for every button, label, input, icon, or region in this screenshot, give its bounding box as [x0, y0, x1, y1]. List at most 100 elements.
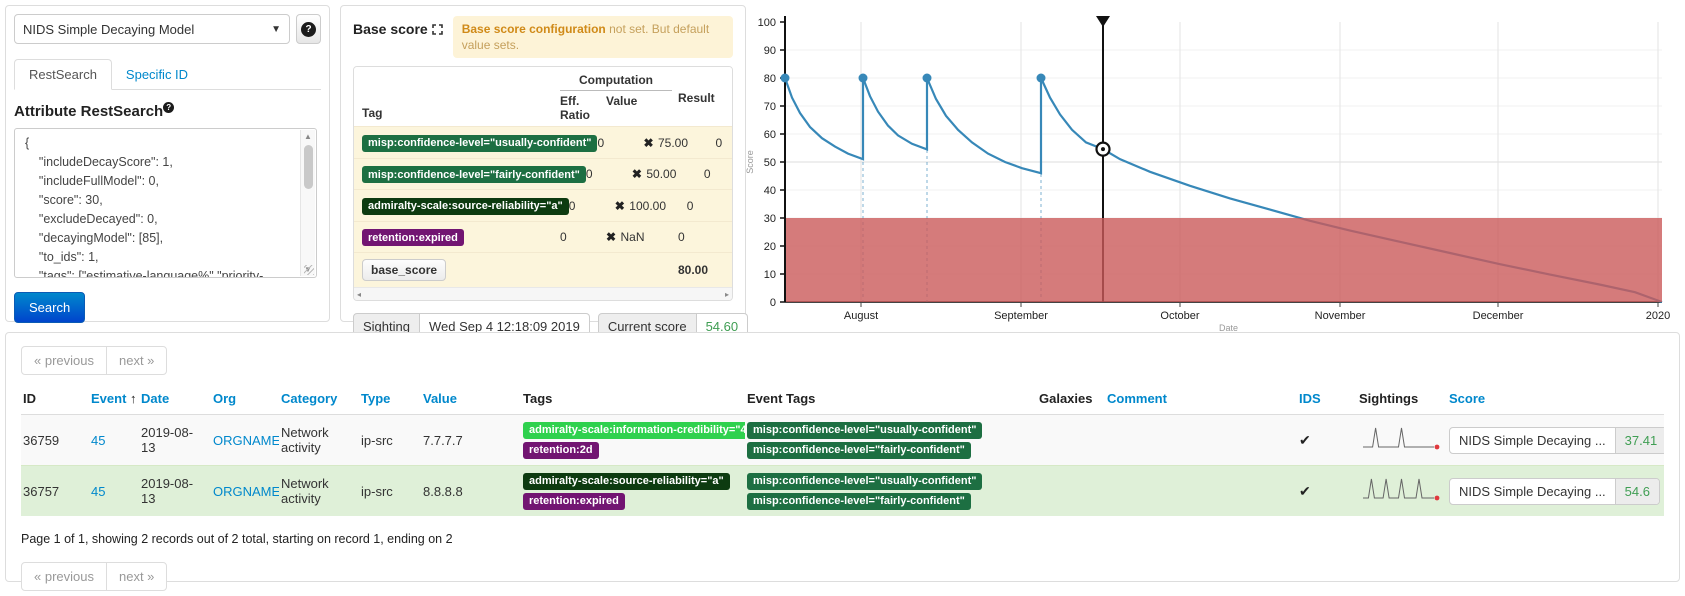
sort-type-link[interactable]: Type — [361, 391, 390, 406]
cell-comment — [1105, 415, 1297, 466]
cell-galaxies — [1037, 466, 1105, 517]
svg-text:20: 20 — [764, 241, 776, 253]
cell-tags: admiralty-scale:information-credibility=… — [521, 415, 745, 466]
svg-text:80: 80 — [764, 73, 776, 85]
sort-score-link[interactable]: Score — [1449, 391, 1485, 406]
cell-galaxies — [1037, 415, 1105, 466]
expand-icon[interactable] — [432, 22, 443, 38]
next-page-button[interactable]: next » — [106, 346, 167, 375]
tag-badge: admiralty-scale:source-reliability="a" — [523, 473, 730, 490]
help-icon: ? — [163, 102, 174, 113]
tag-numeric-value: 50.00 — [646, 167, 676, 181]
sightings-sparkline — [1359, 424, 1443, 454]
cell-sightings — [1357, 466, 1447, 517]
score-widget: NIDS Simple Decaying ... 37.41 — [1449, 427, 1664, 454]
previous-page-button[interactable]: « previous — [21, 562, 107, 591]
cell-date: 2019-08-13 — [139, 415, 211, 466]
pagination-top: « previous next » — [21, 346, 167, 375]
event-link[interactable]: 45 — [91, 433, 105, 448]
sort-org-link[interactable]: Org — [213, 391, 236, 406]
cell-score: NIDS Simple Decaying ... 37.41 — [1447, 415, 1664, 466]
attributes-table: ID Event ↑ Date Org Category Type Value … — [21, 385, 1664, 516]
base-score-row: retention:expired 0 ✖ NaN 0 — [354, 221, 732, 253]
model-help-button[interactable]: ? — [296, 14, 321, 44]
tag-badge: admiralty-scale:information-credibility=… — [523, 422, 745, 439]
org-link[interactable]: ORGNAME — [213, 484, 279, 499]
previous-page-button[interactable]: « previous — [21, 346, 107, 375]
event-link[interactable]: 45 — [91, 484, 105, 499]
tab-specific-id[interactable]: Specific ID — [112, 60, 202, 89]
decaying-model-select[interactable]: NIDS Simple Decaying Model ▼ — [14, 14, 290, 44]
cell-event-tags: misp:confidence-level="usually-confident… — [745, 415, 1037, 466]
pagination-summary: Page 1 of 1, showing 2 records out of 2 … — [21, 532, 1664, 546]
score-value: 37.41 — [1615, 428, 1664, 453]
sort-asc-icon: ↑ — [130, 391, 137, 406]
col-score: Score — [1447, 385, 1664, 415]
col-comment: Comment — [1105, 385, 1297, 415]
cell-type: ip-src — [359, 466, 421, 517]
svg-text:30: 30 — [764, 213, 776, 225]
base-score-title: Base score — [353, 16, 443, 38]
tab-restsearch[interactable]: RestSearch — [14, 59, 112, 90]
eff-ratio-value: 0 — [560, 230, 606, 244]
next-page-button[interactable]: next » — [106, 562, 167, 591]
scroll-up-icon[interactable]: ▲ — [304, 132, 312, 141]
model-search-panel: NIDS Simple Decaying Model ▼ ? RestSearc… — [5, 5, 330, 322]
tag-badge: retention:expired — [523, 493, 625, 510]
sort-category-link[interactable]: Category — [281, 391, 337, 406]
col-event: Event ↑ — [89, 385, 139, 415]
textarea-scroll-thumb[interactable] — [304, 145, 313, 189]
sort-comment-link[interactable]: Comment — [1107, 391, 1167, 406]
attribute-row: 36757 45 2019-08-13 ORGNAME Network acti… — [21, 466, 1664, 517]
multiply-icon: ✖ — [606, 230, 616, 244]
warning-bold-text: Base score configuration — [462, 22, 606, 36]
event-tag-badge: misp:confidence-level="usually-confident… — [747, 422, 982, 439]
textarea-resize-grip[interactable] — [304, 265, 314, 275]
sightings-sparkline — [1359, 475, 1443, 505]
org-link[interactable]: ORGNAME — [213, 433, 279, 448]
eff-ratio-value: 0 — [597, 136, 643, 150]
table-horizontal-scrollbar[interactable]: ◂ ▸ — [354, 287, 732, 300]
event-tag-badge: misp:confidence-level="fairly-confident" — [747, 442, 971, 459]
tag-numeric-value: NaN — [621, 230, 645, 244]
decay-score-chart[interactable]: 0102030405060708090100AugustSeptemberOct… — [695, 8, 1685, 343]
base-score-total-row: base_score 80.00 — [354, 252, 732, 287]
restsearch-query-text: { "includeDecayScore": 1, "includeFullMo… — [15, 129, 316, 278]
score-model-name: NIDS Simple Decaying ... — [1450, 428, 1615, 453]
eff-ratio-value: 0 — [569, 199, 615, 213]
svg-text:90: 90 — [764, 45, 776, 57]
multiply-icon: ✖ — [643, 136, 653, 150]
search-button[interactable]: Search — [14, 292, 85, 323]
svg-text:2020: 2020 — [1646, 310, 1670, 322]
svg-text:40: 40 — [764, 185, 776, 197]
svg-text:50: 50 — [764, 157, 776, 169]
sort-ids-link[interactable]: IDS — [1299, 391, 1321, 406]
restsearch-heading-text: Attribute RestSearch — [14, 103, 163, 120]
event-tag-badge: misp:confidence-level="usually-confident… — [747, 473, 982, 490]
col-id: ID — [21, 385, 89, 415]
tag-badge: misp:confidence-level="usually-confident… — [362, 135, 597, 152]
sort-value-link[interactable]: Value — [423, 391, 457, 406]
base-score-row: misp:confidence-level="usually-confident… — [354, 126, 732, 158]
col-header-value: Value — [606, 94, 637, 122]
sort-date-link[interactable]: Date — [141, 391, 169, 406]
cell-value: 8.8.8.8 — [421, 466, 521, 517]
score-model-name: NIDS Simple Decaying ... — [1450, 479, 1615, 504]
base-score-panel: Base score Base score configuration not … — [340, 5, 746, 322]
score-widget: NIDS Simple Decaying ... 54.6 — [1449, 478, 1660, 505]
col-date: Date — [139, 385, 211, 415]
scroll-left-icon[interactable]: ◂ — [357, 290, 361, 299]
restsearch-query-textarea[interactable]: { "includeDecayScore": 1, "includeFullMo… — [14, 128, 317, 278]
base-score-table-header: Tag Computation Eff. Ratio Value Result — [354, 67, 732, 126]
col-type: Type — [359, 385, 421, 415]
col-header-eff-ratio: Eff. Ratio — [560, 94, 606, 122]
ids-check-icon: ✔ — [1299, 483, 1311, 499]
svg-text:100: 100 — [758, 17, 776, 29]
cell-value: 7.7.7.7 — [421, 415, 521, 466]
score-value: 54.6 — [1615, 479, 1659, 504]
eff-ratio-value: 0 — [586, 167, 632, 181]
svg-text:December: December — [1473, 310, 1524, 322]
svg-text:10: 10 — [764, 269, 776, 281]
sort-event-link[interactable]: Event — [91, 391, 126, 406]
table-header-row: ID Event ↑ Date Org Category Type Value … — [21, 385, 1664, 415]
